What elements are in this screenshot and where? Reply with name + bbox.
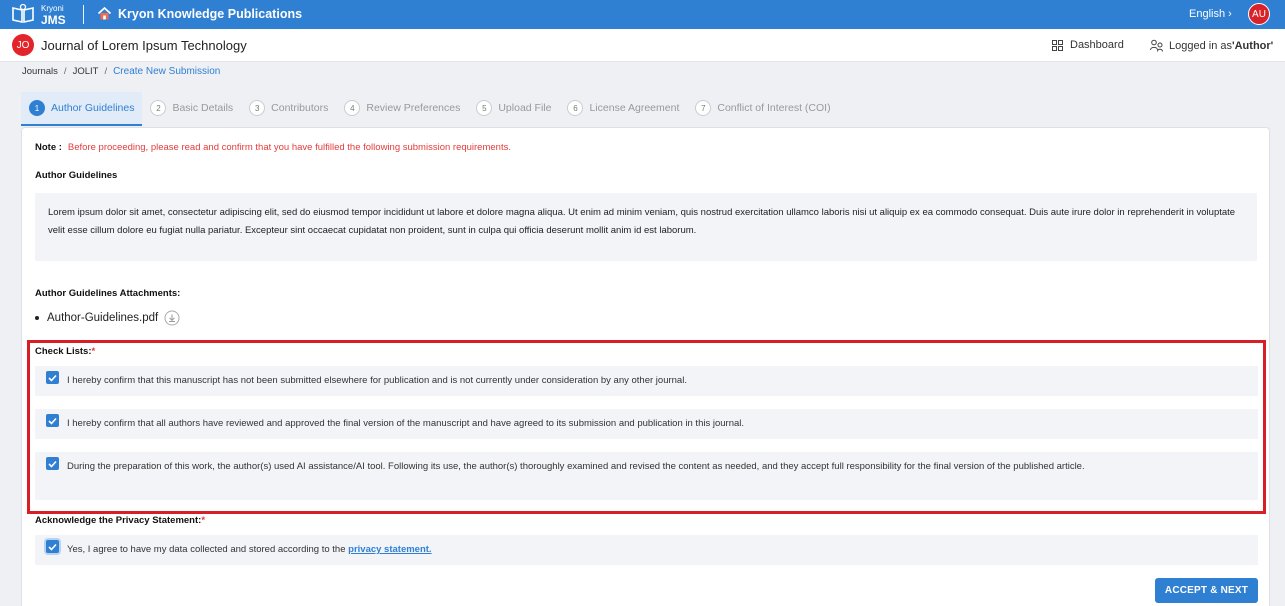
grid-icon xyxy=(1052,39,1063,51)
tab-label: Author Guidelines xyxy=(51,102,135,114)
tab-label: Review Preferences xyxy=(366,102,461,114)
bullet xyxy=(35,316,39,320)
step-number: 7 xyxy=(695,100,712,116)
privacy-consent-row[interactable]: Yes, I agree to have my data collected a… xyxy=(35,535,1258,565)
brand-small-text: Kryoni xyxy=(41,3,64,13)
journal-header: JO Journal of Lorem Ipsum Technology Das… xyxy=(0,29,1285,62)
step-number: 4 xyxy=(344,100,361,116)
home-icon[interactable] xyxy=(97,6,112,21)
breadcrumb-current: Create New Submission xyxy=(113,66,221,77)
dashboard-link[interactable]: Dashboard xyxy=(1052,39,1124,51)
language-selector[interactable]: English › xyxy=(1189,8,1232,20)
required-mark: * xyxy=(201,515,206,526)
tab-review-preferences[interactable]: 4 Review Preferences xyxy=(336,92,468,124)
checklist-item[interactable]: During the preparation of this work, the… xyxy=(35,452,1258,500)
guidelines-text: Lorem ipsum dolor sit amet, consectetur … xyxy=(35,193,1257,261)
checkbox-checked[interactable] xyxy=(46,371,59,384)
privacy-title: Acknowledge the Privacy Statement:* xyxy=(35,515,205,526)
step-number: 1 xyxy=(29,100,45,116)
breadcrumb-separator: / xyxy=(104,66,108,77)
privacy-text: Yes, I agree to have my data collected a… xyxy=(67,540,432,559)
publisher-name[interactable]: Kryon Knowledge Publications xyxy=(118,7,302,21)
tab-label: Conflict of Interest (COI) xyxy=(717,102,831,114)
chevron-right-icon: › xyxy=(1228,8,1232,20)
check-icon xyxy=(48,460,57,468)
checklist-item[interactable]: I hereby confirm that all authors have r… xyxy=(35,409,1258,439)
step-number: 2 xyxy=(150,100,167,116)
tab-label: License Agreement xyxy=(589,102,680,114)
tab-conflict-of-interest[interactable]: 7 Conflict of Interest (COI) xyxy=(687,92,838,124)
tab-basic-details[interactable]: 2 Basic Details xyxy=(142,92,241,124)
note: Note : Before proceeding, please read and… xyxy=(35,142,511,153)
checklist-title-text: Check Lists: xyxy=(35,346,92,357)
journal-title: Journal of Lorem Ipsum Technology xyxy=(41,38,247,53)
breadcrumb-jolit[interactable]: JOLIT xyxy=(73,66,99,77)
app-logo[interactable]: Kryoni JMS xyxy=(10,3,66,27)
tab-label: Contributors xyxy=(271,102,329,114)
note-message: Before proceeding, please read and confi… xyxy=(67,142,511,153)
privacy-checkbox-checked[interactable] xyxy=(46,540,59,553)
privacy-consent-text: Yes, I agree to have my data collected a… xyxy=(67,544,349,555)
user-avatar[interactable]: AU xyxy=(1248,3,1270,25)
checklist-item-text: I hereby confirm that this manuscript ha… xyxy=(67,375,687,386)
breadcrumb-journals[interactable]: Journals xyxy=(22,66,58,77)
logged-in-label: Logged in as xyxy=(1169,39,1232,52)
dashboard-label: Dashboard xyxy=(1070,39,1124,51)
checklist-item-text: During the preparation of this work, the… xyxy=(67,461,1085,472)
checklist-item-text: I hereby confirm that all authors have r… xyxy=(67,418,745,429)
book-logo-icon xyxy=(12,3,34,23)
tab-contributors[interactable]: 3 Contributors xyxy=(241,92,336,124)
check-icon xyxy=(48,374,57,382)
tab-label: Basic Details xyxy=(172,102,234,114)
check-icon xyxy=(48,543,57,551)
breadcrumb-separator: / xyxy=(63,66,67,77)
user-switch-icon xyxy=(1150,39,1163,52)
step-number: 6 xyxy=(567,100,584,116)
journal-badge: JO xyxy=(12,34,34,56)
checklist-title: Check Lists:* xyxy=(35,346,95,357)
tab-license-agreement[interactable]: 6 License Agreement xyxy=(559,92,687,124)
attachments-title: Author Guidelines Attachments: xyxy=(35,288,181,299)
checkbox-checked[interactable] xyxy=(46,414,59,427)
breadcrumb: Journals / JOLIT / Create New Submission xyxy=(22,66,220,77)
tab-label: Upload File xyxy=(498,102,552,114)
download-icon[interactable] xyxy=(164,310,180,326)
required-mark: * xyxy=(91,346,96,357)
attachment-item: Author-Guidelines.pdf xyxy=(35,310,180,326)
brand-name: JMS xyxy=(41,12,66,27)
top-bar: Kryoni JMS Kryon Knowledge Publications … xyxy=(0,0,1285,29)
logged-in-role: 'Author' xyxy=(1232,39,1274,52)
submission-steps: 1 Author Guidelines 2 Basic Details 3 Co… xyxy=(21,92,839,126)
divider xyxy=(83,5,84,24)
language-label: English xyxy=(1189,8,1226,20)
privacy-statement-link[interactable]: privacy statement. xyxy=(348,544,431,555)
note-label: Note : xyxy=(35,142,62,153)
checkbox-checked[interactable] xyxy=(46,457,59,470)
check-icon xyxy=(48,417,57,425)
attachment-file-name[interactable]: Author-Guidelines.pdf xyxy=(47,312,158,324)
tab-author-guidelines[interactable]: 1 Author Guidelines xyxy=(21,92,143,126)
logged-in-status: Logged in as 'Author' xyxy=(1150,39,1273,52)
step-number: 5 xyxy=(476,100,493,116)
guidelines-title: Author Guidelines xyxy=(35,170,118,181)
privacy-title-text: Acknowledge the Privacy Statement: xyxy=(35,515,202,526)
checklist-item[interactable]: I hereby confirm that this manuscript ha… xyxy=(35,366,1258,396)
accept-next-button[interactable]: ACCEPT & NEXT xyxy=(1155,578,1258,603)
tab-upload-file[interactable]: 5 Upload File xyxy=(468,92,559,124)
guidelines-card: Note : Before proceeding, please read and… xyxy=(21,127,1270,606)
step-number: 3 xyxy=(249,100,266,116)
